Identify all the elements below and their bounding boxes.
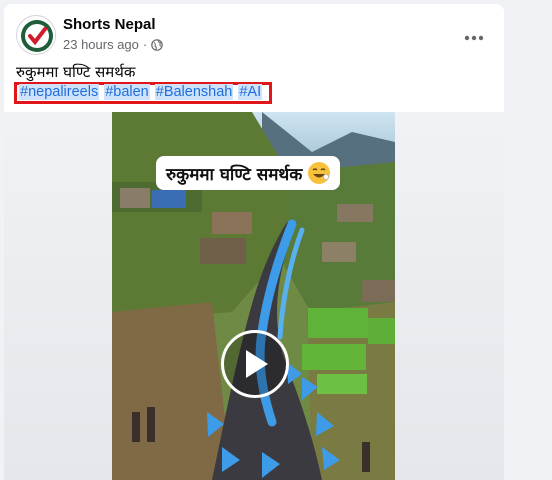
post-caption: रुकुममा घण्टि समर्थक bbox=[16, 63, 136, 81]
hashtag-link[interactable]: #AI bbox=[238, 84, 263, 100]
separator-dot: · bbox=[142, 37, 148, 52]
hashtag-link[interactable]: #Balenshah bbox=[154, 84, 234, 100]
video-media-area[interactable]: रुकुममा घण्टि समर्थक bbox=[4, 112, 504, 480]
avatar[interactable] bbox=[16, 15, 56, 55]
page-name[interactable]: Shorts Nepal bbox=[63, 16, 156, 33]
more-options-icon bbox=[464, 35, 484, 41]
post-meta: 23 hours ago · bbox=[63, 37, 164, 52]
play-icon bbox=[246, 350, 268, 378]
video-player[interactable]: रुकुममा घण्टि समर्थक bbox=[112, 112, 395, 480]
play-button[interactable] bbox=[221, 330, 289, 398]
avatar-logo bbox=[18, 17, 55, 54]
more-options-button[interactable] bbox=[456, 20, 492, 56]
post-timestamp[interactable]: 23 hours ago bbox=[63, 37, 139, 52]
laughing-emoji-icon bbox=[308, 162, 331, 184]
hashtag-list: #nepalireels #balen #Balenshah #AI bbox=[19, 84, 263, 100]
hashtag-link[interactable]: #balen bbox=[104, 84, 150, 100]
hashtag-link[interactable]: #nepalireels bbox=[19, 84, 100, 100]
globe-icon[interactable] bbox=[151, 38, 164, 51]
post-card: Shorts Nepal 23 hours ago · रुकुममा घण्ट… bbox=[4, 4, 504, 480]
video-overlay-text: रुकुममा घण्टि समर्थक bbox=[166, 164, 303, 185]
video-overlay-title: रुकुममा घण्टि समर्थक bbox=[156, 156, 341, 190]
